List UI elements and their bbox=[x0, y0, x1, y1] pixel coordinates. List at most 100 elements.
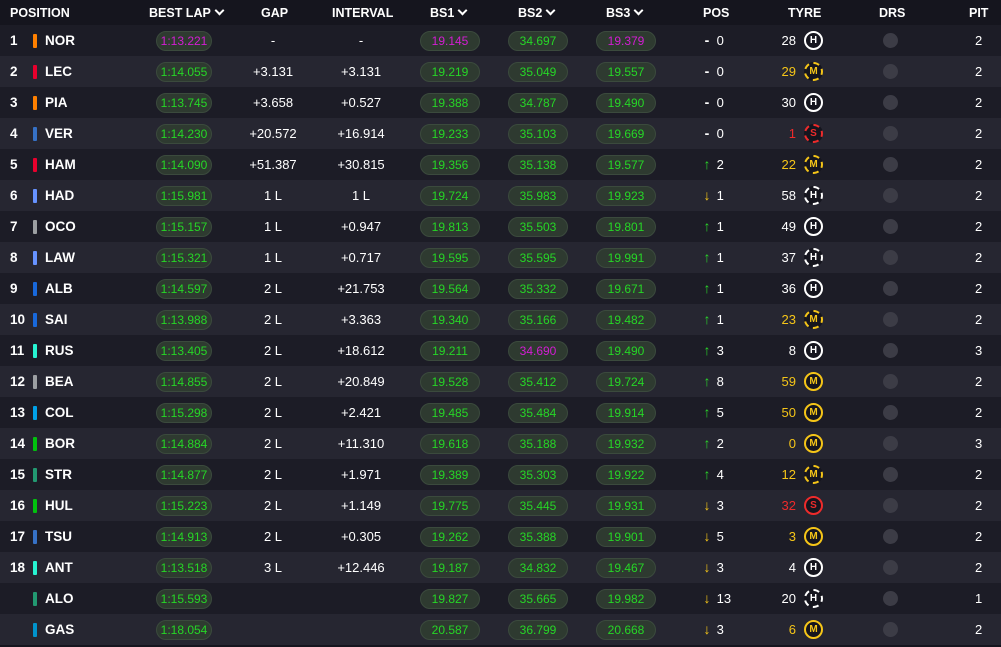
position-change: - 0 bbox=[701, 87, 724, 118]
header-gap[interactable]: GAP bbox=[261, 6, 288, 20]
position-number: 6 bbox=[10, 188, 18, 203]
table-row[interactable]: 14 BOR 1:14.884 2 L +11.310 19.618 35.188 19.93… bbox=[0, 428, 1001, 459]
table-row[interactable]: 1 NOR 1:13.221 - - 19.145 34.697 19.379 - 0 28 H 2 bbox=[0, 25, 1001, 56]
table-row[interactable]: 9 ALB 1:14.597 2 L +21.753 19.564 35.332 19.671… bbox=[0, 273, 1001, 304]
table-row[interactable]: 15 STR 1:14.877 2 L +1.971 19.389 35.303 19.922… bbox=[0, 459, 1001, 490]
drs-indicator bbox=[883, 529, 898, 544]
header-bs3[interactable]: BS3 bbox=[606, 5, 644, 20]
position-change-arrow-icon: ↑ bbox=[703, 280, 711, 296]
best-lap-time: 1:14.090 bbox=[156, 155, 212, 175]
table-row[interactable]: GAS 1:18.054 20.587 36.799 20.668 ↓ 3 6M 2 bbox=[0, 614, 1001, 645]
position-number: 8 bbox=[10, 250, 18, 265]
position-number: 13 bbox=[10, 405, 26, 420]
interval-value: +0.717 bbox=[340, 250, 382, 265]
header-bs2-label: BS2 bbox=[518, 6, 543, 20]
position-change-arrow-icon: ↓ bbox=[703, 497, 711, 513]
bs3-time: 19.901 bbox=[596, 527, 656, 547]
table-row[interactable]: 18 ANT 1:13.518 3 L +12.446 19.187 34.832 19.46… bbox=[0, 552, 1001, 583]
interval-value: +0.947 bbox=[340, 219, 382, 234]
gap-value: 1 L bbox=[263, 250, 283, 265]
gap-value: 2 L bbox=[263, 436, 283, 451]
table-row[interactable]: 12 BEA 1:14.855 2 L +20.849 19.528 35.412 19.72… bbox=[0, 366, 1001, 397]
header-pit[interactable]: PIT bbox=[969, 6, 988, 20]
header-interval[interactable]: INTERVAL bbox=[332, 6, 393, 20]
interval-value: +16.914 bbox=[337, 126, 385, 141]
pit-stops: 3 bbox=[975, 436, 983, 451]
gap-value: 2 L bbox=[263, 529, 283, 544]
table-row[interactable]: 3 PIA 1:13.745 +3.658 +0.527 19.388 34.787 19.4… bbox=[0, 87, 1001, 118]
table-row[interactable]: 13 COL 1:15.298 2 L +2.421 19.485 35.484 19.914… bbox=[0, 397, 1001, 428]
bs1-time: 19.389 bbox=[420, 465, 480, 485]
header-bs1[interactable]: BS1 bbox=[430, 5, 468, 20]
interval-value bbox=[326, 583, 396, 614]
table-row[interactable]: 2 LEC 1:14.055 +3.131 +3.131 19.219 35.049 19.5… bbox=[0, 56, 1001, 87]
team-color-bar bbox=[33, 375, 37, 389]
bs3-time: 19.671 bbox=[596, 279, 656, 299]
bs3-time: 19.991 bbox=[596, 248, 656, 268]
team-color-bar bbox=[33, 561, 37, 575]
best-lap-time: 1:14.884 bbox=[156, 434, 212, 454]
position-change-value: 4 bbox=[716, 467, 724, 482]
table-row[interactable]: 10 SAI 1:13.988 2 L +3.363 19.340 35.166 19.482… bbox=[0, 304, 1001, 335]
header-pos[interactable]: POS bbox=[703, 6, 729, 20]
table-row[interactable]: 11 RUS 1:13.405 2 L +18.612 19.211 34.690 19.49… bbox=[0, 335, 1001, 366]
tyre-compound-icon: M bbox=[804, 434, 823, 453]
table-row[interactable]: 8 LAW 1:15.321 1 L +0.717 19.595 35.595 19.991 ↑… bbox=[0, 242, 1001, 273]
best-lap-time: 1:13.988 bbox=[156, 310, 212, 330]
header-bs2[interactable]: BS2 bbox=[518, 5, 556, 20]
bs1-time: 19.262 bbox=[420, 527, 480, 547]
gap-value: 2 L bbox=[263, 281, 283, 296]
bs3-time: 19.482 bbox=[596, 310, 656, 330]
table-row[interactable]: 7 OCO 1:15.157 1 L +0.947 19.813 35.503 19.801 ↑… bbox=[0, 211, 1001, 242]
bs3-time: 19.467 bbox=[596, 558, 656, 578]
position-change-value: 8 bbox=[716, 374, 724, 389]
table-row[interactable]: 4 VER 1:14.230 +20.572 +16.914 19.233 35.103 19… bbox=[0, 118, 1001, 149]
position-change-value: 2 bbox=[716, 436, 724, 451]
position-number: 17 bbox=[10, 529, 26, 544]
position-change: ↑ 1 bbox=[701, 273, 724, 304]
best-lap-time: 1:13.221 bbox=[156, 31, 212, 51]
pit-stops: 2 bbox=[975, 126, 983, 141]
interval-value: +11.310 bbox=[337, 436, 385, 451]
position-number: 12 bbox=[10, 374, 26, 389]
bs2-time: 35.303 bbox=[508, 465, 568, 485]
position-number: 18 bbox=[10, 560, 26, 575]
bs1-time: 19.145 bbox=[420, 31, 480, 51]
tyre-compound-icon: M bbox=[804, 155, 823, 174]
position-change-value: 0 bbox=[716, 95, 724, 110]
header-best-lap[interactable]: BEST LAP bbox=[149, 5, 225, 20]
best-lap-time: 1:15.298 bbox=[156, 403, 212, 423]
table-row[interactable]: 5 HAM 1:14.090 +51.387 +30.815 19.356 35.138 19… bbox=[0, 149, 1001, 180]
table-row[interactable]: 17 TSU 1:14.913 2 L +0.305 19.262 35.388 19.901… bbox=[0, 521, 1001, 552]
header-tyre[interactable]: TYRE bbox=[788, 6, 821, 20]
team-color-bar bbox=[33, 189, 37, 203]
driver-code: ALB bbox=[45, 281, 73, 296]
bs3-time: 19.724 bbox=[596, 372, 656, 392]
table-row[interactable]: 16 HUL 1:15.223 2 L +1.149 19.775 35.445 19.931… bbox=[0, 490, 1001, 521]
header-position[interactable]: POSITION bbox=[10, 6, 70, 20]
driver-code: TSU bbox=[45, 529, 72, 544]
table-row[interactable]: ALO 1:15.593 19.827 35.665 19.982 ↓ 13 20 H 1 bbox=[0, 583, 1001, 614]
bs2-time: 35.445 bbox=[508, 496, 568, 516]
driver-code: COL bbox=[45, 405, 74, 420]
table-row[interactable]: 6 HAD 1:15.981 1 L 1 L 19.724 35.983 19.923 ↓ 1 5… bbox=[0, 180, 1001, 211]
drs-indicator bbox=[883, 219, 898, 234]
position-number: 5 bbox=[10, 157, 18, 172]
chevron-down-icon bbox=[214, 5, 225, 16]
table-header: POSITION BEST LAP GAP INTERVAL BS1 BS2 B… bbox=[0, 0, 1001, 25]
driver-code: LEC bbox=[45, 64, 72, 79]
position-change: ↑ 2 bbox=[701, 149, 724, 180]
team-color-bar bbox=[33, 34, 37, 48]
position-change: ↓ 3 bbox=[701, 490, 724, 521]
position-change: ↑ 8 bbox=[701, 366, 724, 397]
bs1-time: 19.595 bbox=[420, 248, 480, 268]
bs1-time: 19.775 bbox=[420, 496, 480, 516]
header-drs[interactable]: DRS bbox=[879, 6, 905, 20]
position-change-value: 5 bbox=[716, 529, 724, 544]
team-color-bar bbox=[33, 96, 37, 110]
bs1-time: 19.724 bbox=[420, 186, 480, 206]
bs3-time: 19.669 bbox=[596, 124, 656, 144]
team-color-bar bbox=[33, 282, 37, 296]
position-change-value: 0 bbox=[716, 33, 724, 48]
position-number: 7 bbox=[10, 219, 18, 234]
